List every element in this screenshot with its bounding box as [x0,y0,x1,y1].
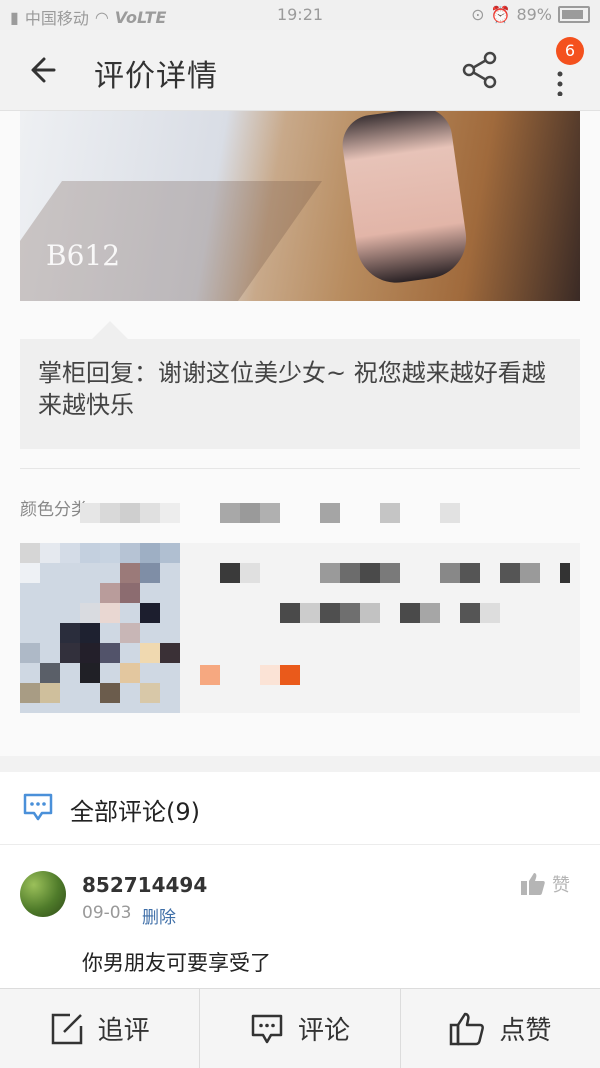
divider [20,468,580,469]
comment-label: 评论 [297,1016,350,1046]
follow-up-label: 追评 [97,1016,150,1046]
photo-subject [338,111,472,288]
product-title-mosaic-2 [280,603,500,623]
photo-watermark: B612 [46,239,121,272]
comment-text: 你男朋友可要享受了 [82,951,271,975]
comments-count-title: 全部评论(9) [70,798,200,826]
sku-mosaic [80,503,460,523]
comment-like-label: 赞 [552,875,570,896]
alarm-icon: ⏰ [490,5,511,24]
comment-date: 09-03 [82,903,132,923]
price-mosaic [200,665,300,685]
comments-header: 全部评论(9) [0,772,600,845]
nav-bar: 评价详情 6 [0,30,600,111]
chat-bubble-icon [23,793,53,821]
product-thumbnail [20,543,180,713]
bottom-action-bar: 追评 评论 点赞 [0,988,600,1068]
arrow-left-icon [31,57,56,83]
reply-pointer [92,321,128,339]
follow-up-review-button[interactable]: 追评 [0,989,199,1068]
back-button[interactable] [24,50,68,90]
like-label: 点赞 [499,1016,552,1046]
review-photo[interactable]: B612 [20,111,580,301]
review-content: B612 掌柜回复：谢谢这位美少女~ 祝您越来越好看越来越快乐 颜色分类 [0,111,600,756]
seller-reply: 掌柜回复：谢谢这位美少女~ 祝您越来越好看越来越快乐 [20,339,580,449]
comment-button[interactable]: 评论 [199,989,399,1068]
product-title-mosaic [220,563,570,583]
share-button[interactable] [458,48,502,92]
page-title: 评价详情 [94,59,218,94]
like-button[interactable]: 点赞 [399,989,600,1068]
status-right: ⊙ ⏰ 89% [471,5,590,24]
comment-like-button[interactable]: 赞 [520,871,570,897]
thumbs-up-icon [521,873,545,895]
notification-badge: 6 [556,37,584,65]
share-icon [462,51,497,89]
product-card[interactable] [20,543,580,713]
comment-item: 852714494 09-03 删除 赞 你男朋友可要享受了 [0,845,600,990]
comment-icon [251,1014,283,1043]
avatar[interactable] [20,871,66,917]
comment-username[interactable]: 852714494 [82,873,207,897]
sku-label: 颜色分类 [20,500,88,520]
delete-comment-link[interactable]: 删除 [142,903,176,928]
battery-icon [558,6,590,23]
status-bar: ▮ 中国移动 ◠ VoLTE 19:21 ⊙ ⏰ 89% [0,0,600,30]
edit-icon [51,1013,82,1044]
thumbs-up-outline-icon [450,1012,485,1045]
battery-percent: 89% [516,5,552,24]
rotation-lock-icon: ⊙ [471,5,485,24]
